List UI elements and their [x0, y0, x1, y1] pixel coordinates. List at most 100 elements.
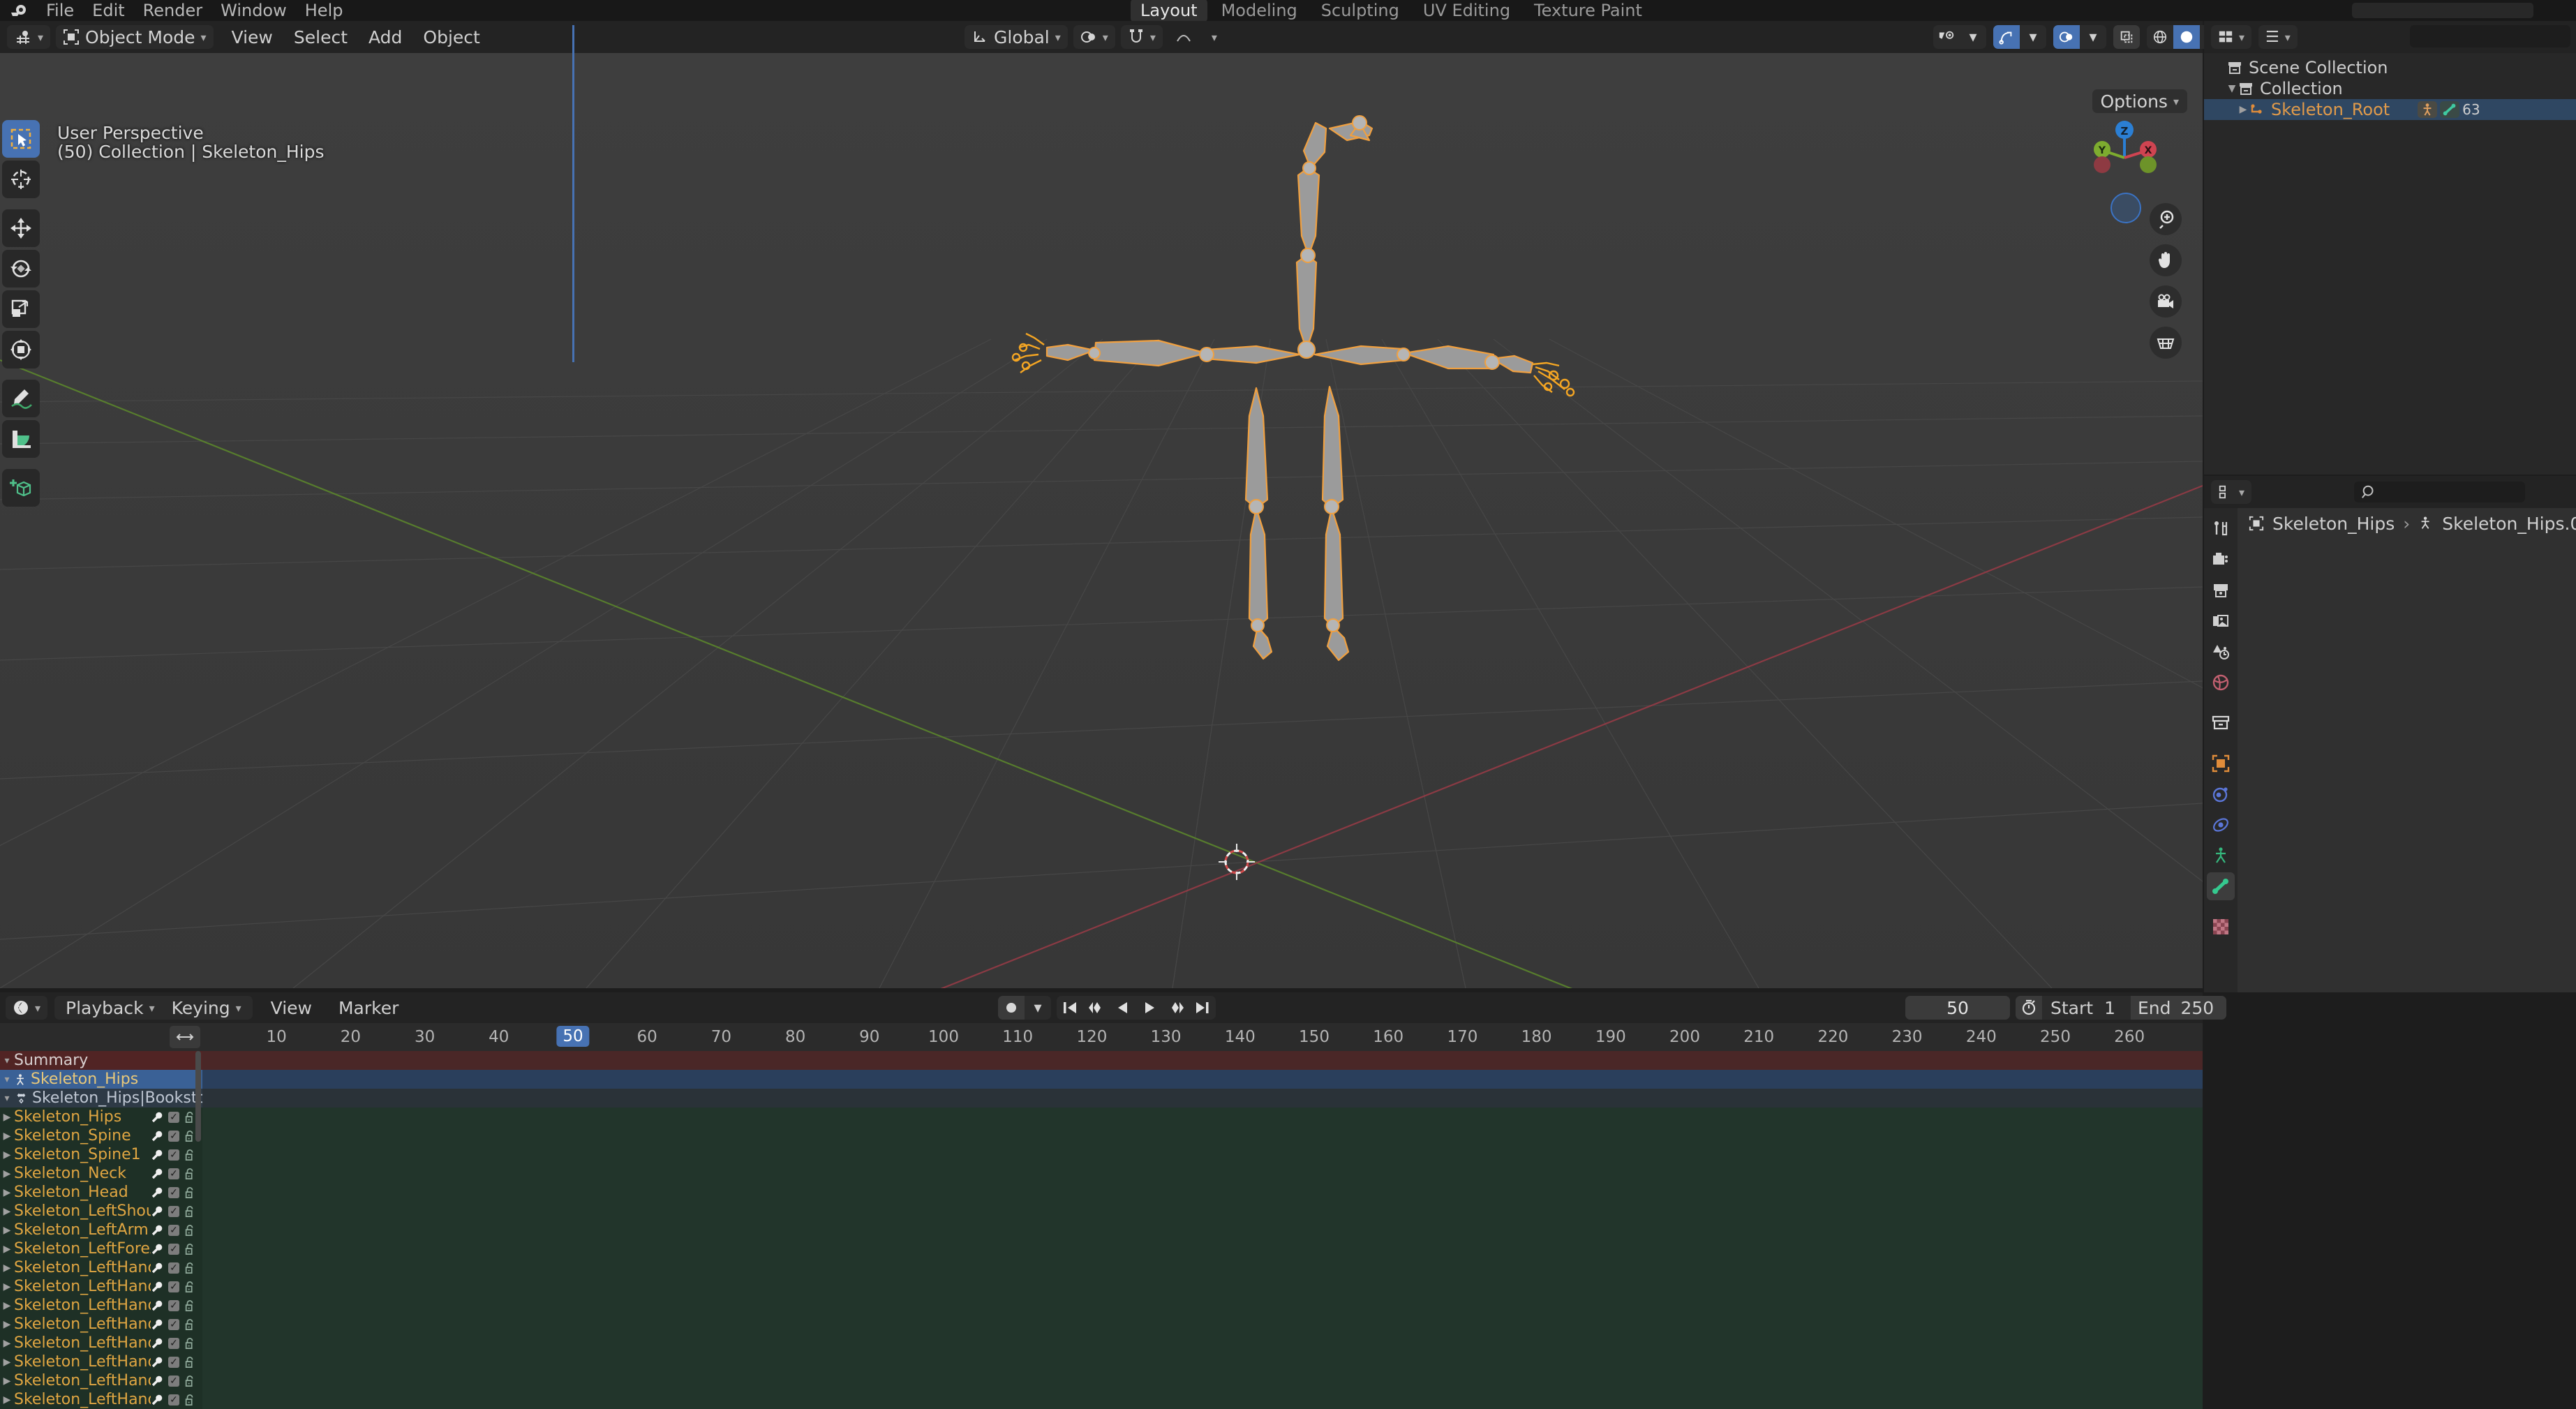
menu-window[interactable]: Window — [221, 1, 287, 20]
previous-keyframe-button[interactable] — [1083, 996, 1110, 1020]
wrench-icon[interactable] — [151, 1356, 163, 1369]
checkbox-icon[interactable]: ✓ — [168, 1149, 179, 1161]
wireframe-shading-icon[interactable] — [2147, 25, 2173, 49]
add-cube-tool[interactable] — [2, 469, 40, 507]
start-frame-value[interactable]: 1 — [2101, 996, 2131, 1020]
wrench-icon[interactable] — [151, 1205, 163, 1218]
channel-object-skeleton-hips[interactable]: ▾ Skeleton_Hips — [0, 1070, 202, 1089]
lock-open-icon[interactable] — [184, 1262, 195, 1274]
bone-icon[interactable] — [2440, 101, 2460, 118]
wrench-icon[interactable] — [151, 1337, 163, 1350]
properties-search-field[interactable] — [2354, 482, 2525, 502]
timeline-menu-keying[interactable]: Keying ▾ — [163, 996, 250, 1020]
menu-file[interactable]: File — [46, 1, 74, 20]
menu-render[interactable]: Render — [143, 1, 202, 20]
outliner-row-scene-collection[interactable]: Scene Collection — [2204, 57, 2576, 78]
expand-triangle[interactable]: ▶ — [0, 1262, 14, 1274]
show-gizmo-icon[interactable] — [1993, 25, 2020, 49]
properties-editor-type-button[interactable]: ▾ — [2211, 480, 2252, 504]
record-icon[interactable] — [998, 996, 1025, 1020]
xray-toggle[interactable] — [2113, 25, 2140, 49]
lock-open-icon[interactable] — [184, 1356, 195, 1369]
3d-viewport[interactable]: User Perspective (50) Collection | Skele… — [0, 53, 2203, 988]
visibility-selector[interactable]: ▾ — [1933, 25, 1986, 49]
visibility-icon[interactable] — [1933, 25, 1960, 49]
lock-open-icon[interactable] — [184, 1281, 195, 1293]
expand-triangle[interactable]: ▶ — [0, 1131, 14, 1142]
proportional-editing-toggle[interactable] — [1168, 25, 1199, 49]
tool-tab[interactable] — [2207, 515, 2235, 543]
expand-triangle[interactable]: ▶ — [0, 1300, 14, 1311]
lock-open-icon[interactable] — [184, 1394, 195, 1406]
workspace-tab-sculpting[interactable]: Sculpting — [1311, 0, 1409, 22]
wrench-icon[interactable] — [151, 1149, 163, 1161]
view-layer-tab[interactable] — [2207, 607, 2235, 635]
next-keyframe-button[interactable] — [1163, 996, 1189, 1020]
timeline-menu-view[interactable]: View — [271, 998, 312, 1018]
checkbox-icon[interactable]: ✓ — [168, 1130, 179, 1142]
outliner-row-skeleton-root[interactable]: ▶ Skeleton_Root 63 — [2204, 99, 2576, 120]
chevron-down-icon[interactable]: ▾ — [2080, 25, 2106, 49]
expand-triangle[interactable]: ▾ — [0, 1074, 14, 1085]
wrench-icon[interactable] — [151, 1318, 163, 1331]
checkbox-icon[interactable]: ✓ — [168, 1168, 179, 1179]
outliner-row-collection[interactable]: ▼ Collection — [2204, 78, 2576, 99]
show-overlays-icon[interactable] — [2053, 25, 2080, 49]
workspace-tab-texture-paint[interactable]: Texture Paint — [1524, 0, 1652, 22]
outliner-display-mode[interactable]: ☰ ▾ — [2258, 25, 2298, 49]
viewport-menu-select[interactable]: Select — [294, 27, 348, 47]
armature-data-icon[interactable] — [2418, 101, 2438, 118]
snap-toggle[interactable]: ▾ — [1120, 25, 1163, 49]
expand-triangle[interactable]: ▶ — [0, 1357, 14, 1368]
wrench-icon[interactable] — [151, 1130, 163, 1142]
wrench-icon[interactable] — [151, 1111, 163, 1124]
xray-icon[interactable] — [2113, 25, 2140, 49]
expand-triangle[interactable]: ▶ — [0, 1168, 14, 1179]
lock-open-icon[interactable] — [184, 1149, 195, 1161]
collection-tab[interactable] — [2207, 709, 2235, 737]
checkbox-icon[interactable]: ✓ — [168, 1299, 179, 1311]
channel-row[interactable]: ▶Skeleton_LeftHandIndex1 ✓ — [0, 1334, 202, 1352]
checkbox-icon[interactable]: ✓ — [168, 1394, 179, 1406]
chevron-down-icon[interactable]: ▾ — [1960, 25, 1986, 49]
checkbox-icon[interactable]: ✓ — [168, 1318, 179, 1330]
toggle-orthographic-grid-icon[interactable] — [2150, 327, 2182, 359]
wrench-icon[interactable] — [151, 1168, 163, 1180]
expand-triangle[interactable]: ▶ — [0, 1338, 14, 1349]
camera-view-icon[interactable] — [2150, 285, 2182, 318]
channel-row[interactable]: ▶Skeleton_LeftHandIndex3 ✓ — [0, 1371, 202, 1390]
timeline-ruler[interactable]: 10 20 30 40 50 60 70 80 90 100 110 120 130 140 150 160 1… — [0, 1023, 2203, 1051]
bone-tab[interactable] — [2207, 872, 2235, 900]
measure-tool[interactable] — [2, 420, 40, 458]
workspace-tab-modeling[interactable]: Modeling — [1212, 0, 1307, 22]
outliner-editor-type-button[interactable]: ▾ — [2211, 25, 2252, 49]
timeline-menu-marker[interactable]: Marker — [338, 998, 399, 1018]
start-frame-label[interactable]: Start — [2042, 996, 2101, 1020]
select-box-tool[interactable] — [2, 120, 40, 158]
scale-tool[interactable] — [2, 290, 40, 328]
wrench-icon[interactable] — [151, 1299, 163, 1312]
camera-perspective-toggle[interactable] — [2110, 193, 2141, 223]
transform-tool[interactable] — [2, 331, 40, 368]
breadcrumb-bone-name[interactable]: Skeleton_Hips.002 — [2442, 514, 2576, 534]
timeline-editor-type-button[interactable]: ▾ — [6, 996, 48, 1020]
lock-open-icon[interactable] — [184, 1224, 195, 1237]
expand-triangle[interactable]: ▶ — [0, 1244, 14, 1255]
channel-row[interactable]: ▶ Skeleton_Neck ✓ — [0, 1164, 202, 1183]
jump-to-start-button[interactable] — [1057, 996, 1083, 1020]
lock-open-icon[interactable] — [184, 1375, 195, 1387]
checkbox-icon[interactable]: ✓ — [168, 1337, 179, 1349]
checkbox-icon[interactable]: ✓ — [168, 1281, 179, 1292]
expand-triangle[interactable]: ▶ — [0, 1225, 14, 1236]
channel-row[interactable]: ▶ Skeleton_Spine1 ✓ — [0, 1145, 202, 1164]
end-frame-label[interactable]: End — [2130, 996, 2178, 1020]
proportional-falloff-selector[interactable]: ▾ — [1205, 25, 1224, 49]
vertical-scrollbar[interactable] — [195, 1051, 201, 1142]
channel-row[interactable]: ▶ Skeleton_Hips ✓ — [0, 1108, 202, 1126]
workspace-tab-uv-editing[interactable]: UV Editing — [1413, 0, 1520, 22]
cursor-tool[interactable] — [2, 161, 40, 198]
current-frame-field[interactable]: 50 — [1905, 996, 2010, 1020]
use-preview-range-icon[interactable] — [2016, 996, 2042, 1020]
wrench-icon[interactable] — [151, 1224, 163, 1237]
dopesheet-keyframe-area[interactable] — [202, 1051, 2203, 1409]
